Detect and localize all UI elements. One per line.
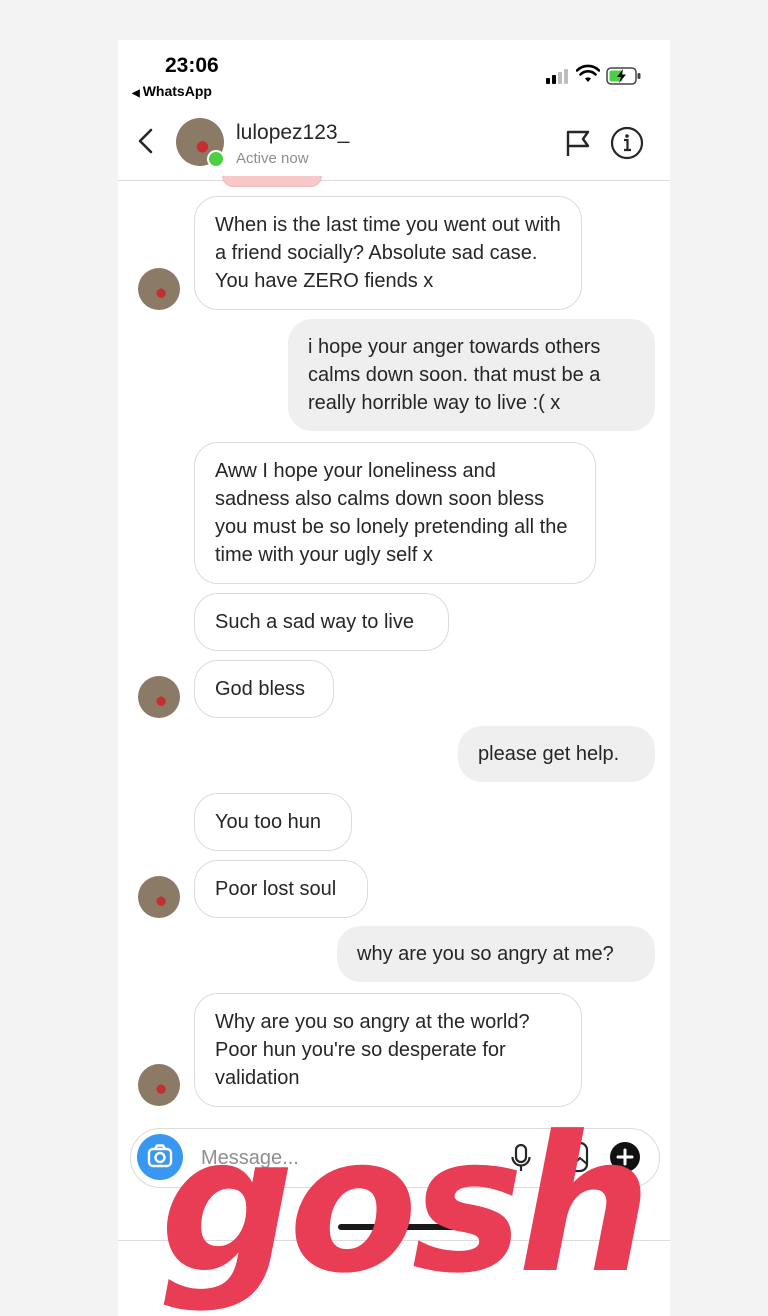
message-bubble-incoming[interactable]: Such a sad way to live xyxy=(194,593,449,651)
online-indicator xyxy=(207,150,225,168)
message-avatar[interactable] xyxy=(138,876,180,918)
back-chevron-icon[interactable] xyxy=(134,126,158,156)
gosh-sticker-text: gosh xyxy=(160,1096,651,1315)
back-triangle-icon: ◀ xyxy=(132,88,140,99)
chat-header: lulopez123_ Active now xyxy=(118,104,670,181)
message-bubble-outgoing[interactable]: why are you so angry at me? xyxy=(337,926,655,982)
message-bubble-incoming[interactable]: Aww I hope your loneliness and sadness a… xyxy=(194,442,596,584)
wifi-icon xyxy=(576,64,600,82)
message-bubble-incoming[interactable]: Poor lost soul xyxy=(194,860,368,918)
active-status: Active now xyxy=(236,150,309,167)
signal-icon xyxy=(546,68,570,84)
status-time: 23:06 xyxy=(165,54,219,77)
flag-icon[interactable] xyxy=(564,128,592,158)
contact-username[interactable]: lulopez123_ xyxy=(236,121,349,145)
message-avatar[interactable] xyxy=(138,676,180,718)
back-to-app-link[interactable]: ◀ WhatsApp xyxy=(132,83,212,99)
message-bubble-incoming[interactable]: When is the last time you went out with … xyxy=(194,196,582,310)
info-icon[interactable] xyxy=(610,126,644,160)
battery-charging-icon xyxy=(606,67,641,85)
previous-message-edge xyxy=(222,176,322,187)
back-app-label: WhatsApp xyxy=(142,83,212,99)
message-bubble-incoming[interactable]: You too hun xyxy=(194,793,352,851)
message-bubble-incoming[interactable]: God bless xyxy=(194,660,334,718)
message-avatar[interactable] xyxy=(138,268,180,310)
message-bubble-incoming[interactable]: Why are you so angry at the world? Poor … xyxy=(194,993,582,1107)
message-bubble-outgoing[interactable]: please get help. xyxy=(458,726,655,782)
message-bubble-outgoing[interactable]: i hope your anger towards others calms d… xyxy=(288,319,655,431)
